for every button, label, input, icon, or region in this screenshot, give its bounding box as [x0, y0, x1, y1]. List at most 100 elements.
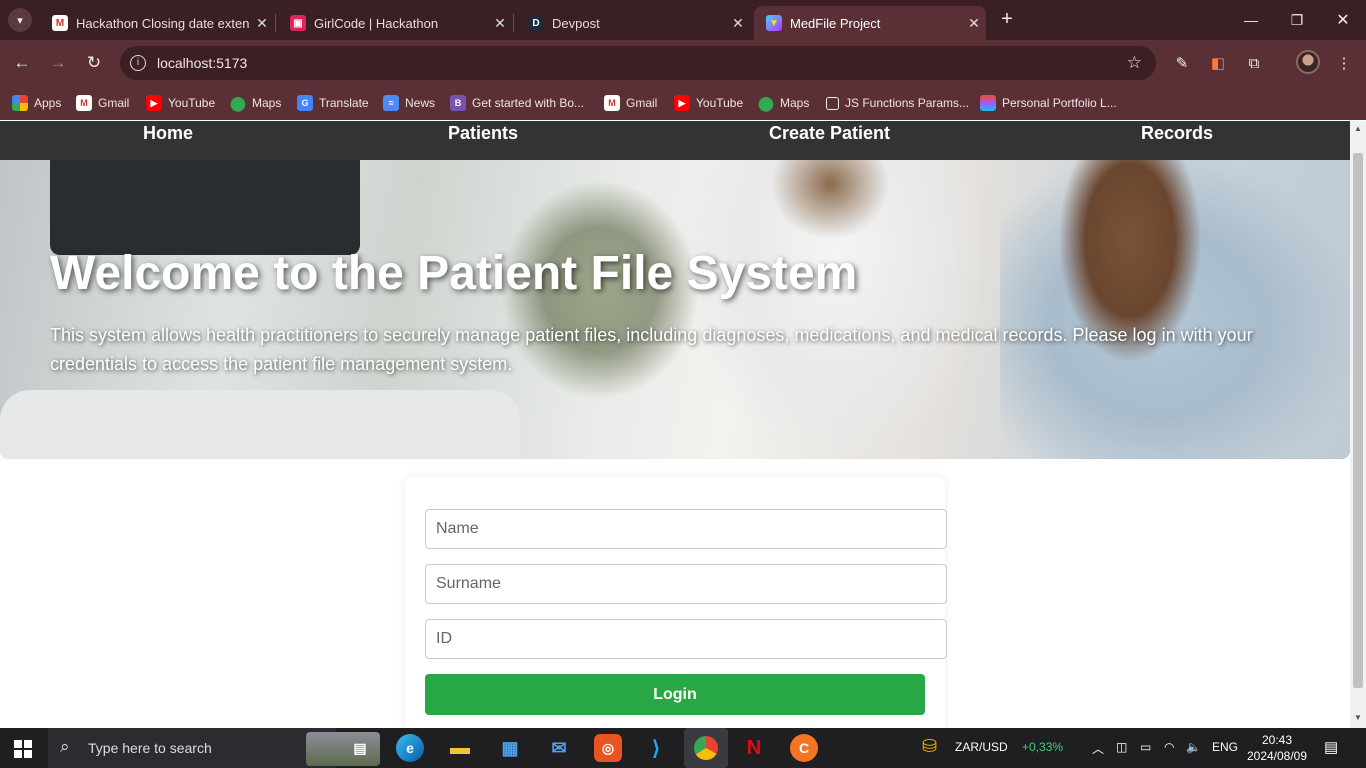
reload-icon[interactable]: ↻ — [82, 51, 106, 75]
bookmark-js-functions[interactable]: JS Functions Params... — [826, 93, 969, 113]
translate-icon: G — [297, 95, 313, 111]
vite-icon: ▼ — [766, 15, 782, 31]
browser-toolbar: ← → ↻ i localhost:5173 ☆ ✎ ◧ ⧉ ⋮ — [0, 40, 1366, 86]
scroll-thumb[interactable] — [1353, 153, 1363, 688]
close-window-icon[interactable]: ✕ — [1320, 0, 1366, 40]
bookmarks-bar: Apps M Gmail ▶ YouTube ⬤ Maps G Translat… — [0, 86, 1366, 120]
nav-home[interactable]: Home — [143, 123, 193, 144]
id-input[interactable] — [425, 619, 947, 659]
login-form: Login — [405, 477, 947, 728]
news-icon: ≡ — [383, 95, 399, 111]
apps-grid-icon — [12, 95, 28, 111]
name-input[interactable] — [425, 509, 947, 549]
ubuntu-icon[interactable]: ◎ — [594, 734, 622, 762]
nav-patients[interactable]: Patients — [448, 123, 518, 144]
gmail-icon: M — [76, 95, 92, 111]
site-nav: Home Patients Create Patient Records — [0, 121, 1350, 160]
youtube-icon: ▶ — [146, 95, 162, 111]
close-tab-icon[interactable]: ✕ — [250, 15, 274, 32]
tab-medfile-project[interactable]: ▼ MedFile Project ✕ — [754, 6, 986, 40]
url-text[interactable]: localhost:5173 — [157, 55, 247, 71]
maps-pin-icon: ⬤ — [230, 94, 246, 111]
bookmark-gmail[interactable]: M Gmail — [76, 93, 129, 113]
wifi-icon[interactable]: ◠ — [1164, 740, 1174, 754]
figma-icon — [980, 95, 996, 111]
windows-start-icon[interactable] — [14, 740, 32, 758]
meet-now-icon[interactable]: ◫ — [1116, 740, 1127, 754]
file-explorer-icon[interactable]: ▬ — [446, 734, 474, 762]
volume-icon[interactable]: 🔈 — [1186, 740, 1201, 754]
bookmark-star-icon[interactable]: ☆ — [1127, 53, 1142, 73]
tab-devpost[interactable]: D Devpost ✕ — [516, 6, 750, 40]
tab-separator — [513, 14, 514, 32]
language-indicator[interactable]: ENG — [1212, 740, 1238, 754]
gmail-icon: M — [52, 15, 68, 31]
chrome-icon[interactable] — [684, 728, 728, 768]
bookmark-portfolio[interactable]: Personal Portfolio L... — [980, 93, 1117, 113]
back-icon[interactable]: ← — [10, 51, 34, 75]
clock-date: 2024/08/09 — [1246, 749, 1308, 763]
netflix-icon[interactable]: N — [740, 734, 768, 762]
restore-icon[interactable]: ❐ — [1274, 0, 1320, 40]
login-button[interactable]: Login — [425, 674, 925, 715]
battery-icon[interactable]: ▭ — [1140, 740, 1151, 754]
more-menu-icon[interactable]: ⋮ — [1332, 51, 1356, 75]
bookmark-apps[interactable]: Apps — [12, 93, 61, 113]
ticker-label[interactable]: ZAR/USD — [955, 740, 1008, 754]
hero-monitor-image — [50, 160, 360, 255]
pen-extension-icon[interactable]: ✎ — [1170, 51, 1194, 75]
tab-strip: ▾ M Hackathon Closing date extensi ✕ ▣ G… — [0, 0, 1366, 40]
forward-icon[interactable]: → — [46, 51, 70, 75]
tab-hackathon-email[interactable]: M Hackathon Closing date extensi ✕ — [40, 6, 274, 40]
clock-time: 20:43 — [1261, 733, 1293, 747]
taskbar-search[interactable]: ⌕ Type here to search — [48, 728, 380, 768]
bookmark-youtube[interactable]: ▶ YouTube — [146, 93, 215, 113]
bookmark-gmail-2[interactable]: M Gmail — [604, 93, 657, 113]
nav-records[interactable]: Records — [1141, 123, 1213, 144]
scroll-down-icon[interactable]: ▼ — [1353, 713, 1363, 722]
girlcode-icon: ▣ — [290, 15, 306, 31]
page-icon — [826, 96, 839, 110]
close-tab-icon[interactable]: ✕ — [488, 15, 512, 32]
site-info-icon[interactable]: i — [130, 55, 146, 71]
tab-girlcode[interactable]: ▣ GirlCode | Hackathon ✕ — [278, 6, 512, 40]
page-scrollbar[interactable]: ▲ ▼ — [1350, 121, 1366, 728]
microsoft-store-icon[interactable]: ▦ — [496, 734, 524, 762]
clock[interactable]: 20:43 2024/08/09 — [1244, 732, 1310, 764]
edge-icon[interactable]: e — [396, 734, 424, 762]
bootstrap-icon: B — [450, 95, 466, 111]
bookmark-maps[interactable]: ⬤ Maps — [230, 93, 281, 113]
surname-input[interactable] — [425, 564, 947, 604]
notifications-icon[interactable]: ▤ — [1324, 738, 1338, 756]
scroll-up-icon[interactable]: ▲ — [1353, 124, 1363, 133]
page-viewport: Home Patients Create Patient Records Wel… — [0, 121, 1350, 728]
task-view-icon[interactable]: ▤ — [346, 734, 374, 762]
profile-avatar[interactable] — [1296, 50, 1320, 74]
extension-icon[interactable]: ◧ — [1206, 51, 1230, 75]
hero-description: This system allows health practitioners … — [50, 325, 1253, 374]
hero-doctor-hair-image — [770, 160, 890, 240]
new-tab-icon[interactable]: + — [996, 8, 1018, 30]
crunchyroll-icon[interactable]: C — [790, 734, 818, 762]
hero-title: Welcome to the Patient File System — [50, 247, 858, 300]
tray-expand-icon[interactable]: ︿ — [1092, 740, 1104, 757]
bookmark-maps-2[interactable]: ⬤ Maps — [758, 93, 809, 113]
mail-icon[interactable]: ✉ — [545, 734, 573, 762]
bookmark-bootstrap[interactable]: B Get started with Bo... — [450, 93, 584, 113]
extensions-puzzle-icon[interactable]: ⧉ — [1242, 51, 1266, 75]
devpost-icon: D — [528, 15, 544, 31]
nav-create-patient[interactable]: Create Patient — [769, 123, 890, 144]
bookmark-youtube-2[interactable]: ▶ YouTube — [674, 93, 743, 113]
minimize-icon[interactable]: — — [1228, 0, 1274, 40]
tab-search-icon[interactable]: ▾ — [8, 8, 32, 32]
close-tab-icon[interactable]: ✕ — [962, 15, 986, 32]
hero-ultrasound-image — [0, 390, 520, 459]
bookmark-news[interactable]: ≡ News — [383, 93, 435, 113]
address-bar[interactable]: i localhost:5173 ☆ — [120, 46, 1156, 80]
gmail-icon: M — [604, 95, 620, 111]
ticker-change: +0,33% — [1022, 740, 1064, 754]
tab-separator — [275, 14, 276, 32]
bookmark-translate[interactable]: G Translate — [297, 93, 369, 113]
vscode-icon[interactable]: ⟩ — [642, 734, 670, 762]
close-tab-icon[interactable]: ✕ — [726, 15, 750, 32]
